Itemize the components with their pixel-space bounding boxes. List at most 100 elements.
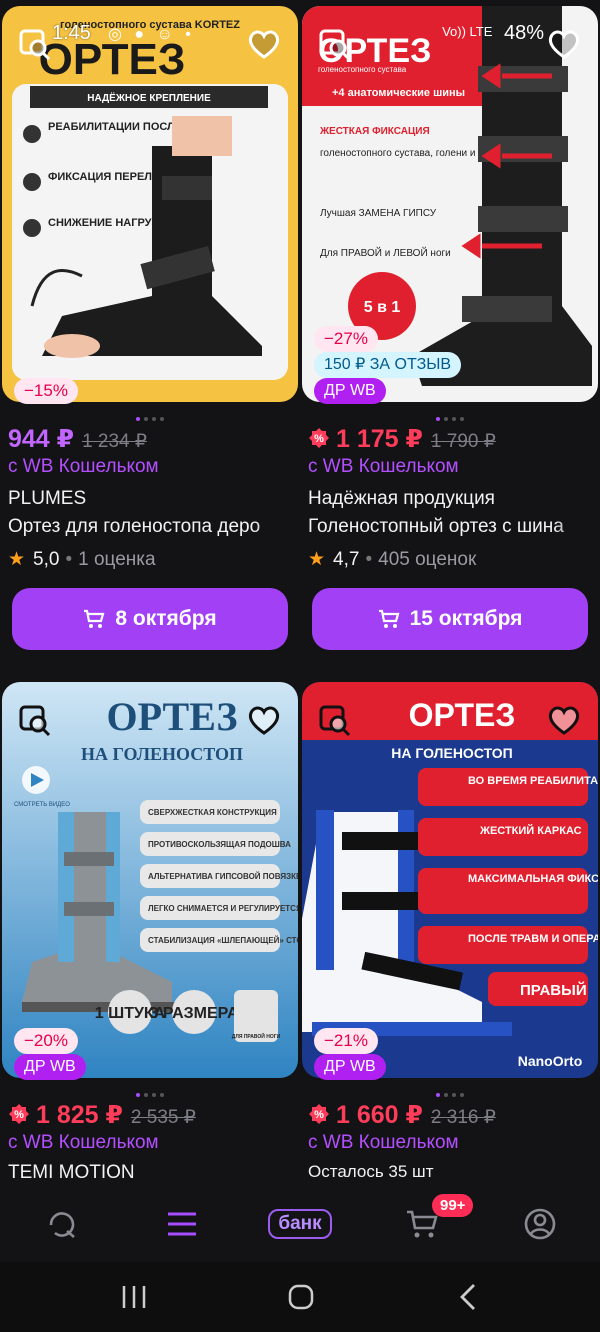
brand-name: Надёжная продукция [308, 488, 495, 509]
image-line: ЖЕСТКАЯ ФИКСАЦИЯ [319, 126, 430, 137]
discount-badge: −20% [14, 1028, 78, 1054]
visual-search-icon[interactable] [318, 704, 354, 740]
home-icon [288, 1284, 314, 1310]
favorite-heart-icon[interactable] [246, 26, 282, 62]
image-subtitle: голеностопного сустава KORTEZ [60, 19, 240, 31]
current-price: 1 175 ₽ [336, 425, 423, 453]
favorite-heart-icon[interactable] [546, 702, 582, 738]
image-tag: 5 в 1 [364, 299, 401, 316]
image-feature: АЛЬТЕРНАТИВА ГИПСОВОЙ ПОВЯЗКЕ [148, 872, 298, 881]
image-feature: ПОСЛЕ ТРАВМ И ОПЕРАЦИИ [468, 933, 598, 945]
tab-catalog[interactable] [160, 1202, 204, 1246]
menu-icon [168, 1212, 196, 1236]
svg-text:%: % [14, 1109, 24, 1121]
discount-badge: −15% [14, 378, 78, 404]
rating: ★ 5,0 • 1 оценка [8, 549, 156, 570]
price-block: 944 ₽ 1 234 ₽ [8, 424, 147, 454]
visual-search-icon[interactable] [18, 28, 54, 64]
brand-name: PLUMES [8, 488, 87, 509]
product-image[interactable]: голеностопного сустава KORTEZ ОРТЕЗ НАДЁ… [2, 6, 298, 402]
image-feature: ЛЕГКО СНИМАЕТСЯ И РЕГУЛИРУЕТСЯ [148, 904, 298, 913]
image-ribbon: НАДЁЖНОЕ КРЕПЛЕНИЕ [87, 91, 211, 104]
home-button[interactable] [282, 1282, 322, 1312]
old-price: 2 316 ₽ [430, 1107, 496, 1128]
image-feature: МАКСИМАЛЬНАЯ ФИКСАЦИЯ СУСТАВА [468, 873, 598, 885]
image-headline: ОРТЕЗ [39, 35, 186, 84]
image-feature: ВО ВРЕМЯ РЕАБИЛИТАЦИИ [468, 775, 598, 787]
image-headline: ОРТЕЗ [409, 697, 516, 733]
sale-percent-icon: % [309, 1104, 329, 1124]
screen: 1:45 ◎ ● ☺ • Vo)) LTE 48% голеностопного… [0, 0, 600, 1332]
current-price: 944 ₽ [8, 425, 75, 453]
image-feature: ЖЕСТКИЙ КАРКАС [479, 824, 582, 837]
profile-icon [524, 1208, 556, 1240]
wallet-note: с WB Кошельком [8, 1132, 159, 1153]
promo-badge: ДР WB [314, 1054, 386, 1080]
tab-cart[interactable]: 99+ [400, 1194, 474, 1246]
image-maker: NanoOrto [518, 1053, 583, 1069]
image-feature: СТАБИЛИЗАЦИЯ «ШЛЕПАЮЩЕЙ» СТОПЫ [148, 936, 298, 945]
image-chip: 3 РАЗМЕРА [149, 1005, 238, 1022]
product-card[interactable]: ОРТЕЗ НА ГОЛЕНОСТОП СМОТРЕТЬ ВИДЕО СВЕРХ… [2, 682, 298, 1190]
tab-profile[interactable] [518, 1202, 562, 1246]
image-pager-dots [302, 408, 598, 426]
product-title[interactable]: Голеностопный ортез с шина [308, 516, 594, 538]
cart-icon [84, 609, 105, 628]
image-sub: НА ГОЛЕНОСТОП [391, 745, 512, 761]
image-feature: СВЕРХЖЕСТКАЯ КОНСТРУКЦИЯ [148, 808, 277, 817]
old-price: 2 535 ₽ [130, 1107, 196, 1128]
image-line: голеностопного сустава, голени и стопы [320, 148, 506, 159]
image-subtitle: голеностопного сустава [318, 65, 407, 74]
discount-badge: −21% [314, 1028, 378, 1054]
back-icon [460, 1284, 475, 1310]
image-sub: +4 анатомические шины [332, 87, 465, 99]
image-headline: ОРТЕЗ [107, 694, 238, 739]
promo-badge: ДР WB [314, 378, 386, 404]
product-card[interactable]: ОРТЕЗ НА ГОЛЕНОСТОП ВО ВРЕМЯ РЕАБИЛИТАЦИ… [302, 682, 598, 1190]
product-image[interactable]: ОРТЕЗ НА ГОЛЕНОСТОП ВО ВРЕМЯ РЕАБИЛИТАЦИ… [302, 682, 598, 1078]
image-line: Лучшая ЗАМЕНА ГИПСУ [320, 208, 437, 219]
tab-home[interactable] [40, 1202, 84, 1246]
visual-search-icon[interactable] [18, 704, 54, 740]
product-image[interactable]: ОРТЕЗ НА ГОЛЕНОСТОП СМОТРЕТЬ ВИДЕО СВЕРХ… [2, 682, 298, 1078]
old-price: 1 790 ₽ [430, 431, 496, 452]
recent-apps-button[interactable] [114, 1282, 154, 1312]
back-button[interactable] [450, 1282, 490, 1312]
rating-value: 4,7 [333, 549, 360, 570]
delivery-date: 8 октября [115, 607, 217, 630]
tab-bank[interactable]: банк [262, 1202, 338, 1246]
product-title[interactable]: Ортез для голеностопа деро [8, 516, 294, 538]
wallet-note: с WB Кошельком [308, 456, 459, 477]
wallet-note: с WB Кошельком [308, 1132, 459, 1153]
video-label: СМОТРЕТЬ ВИДЕО [14, 802, 70, 808]
price-block: % 1 175 ₽ 1 790 ₽ [308, 424, 496, 454]
star-icon: ★ [8, 549, 26, 570]
home-search-icon [49, 1212, 75, 1238]
image-line: Для ПРАВОЙ и ЛЕВОЙ ноги [320, 246, 451, 259]
add-to-cart-button[interactable]: 15 октября [312, 588, 588, 650]
brand-name: TEMI MOTION [8, 1162, 135, 1183]
current-price: 1 660 ₽ [336, 1101, 423, 1129]
product-card[interactable]: голеностопного сустава KORTEZ ОРТЕЗ НАДЁ… [2, 6, 298, 666]
favorite-heart-icon[interactable] [246, 702, 282, 738]
favorite-heart-icon[interactable] [546, 26, 582, 62]
image-feature: ПРАВЫЙ [520, 981, 587, 999]
reviews-count: 1 оценка [78, 549, 156, 570]
star-icon: ★ [308, 549, 326, 570]
stock-left: Осталось 35 шт [308, 1162, 434, 1181]
image-feature: ПРОТИВОСКОЛЬЗЯЩАЯ ПОДОШВА [148, 840, 291, 849]
image-pager-dots [302, 1084, 598, 1102]
current-price: 1 825 ₽ [36, 1101, 123, 1129]
image-pager-dots [2, 1084, 298, 1102]
image-chip: ДЛЯ ПРАВОЙ НОГИ [232, 1032, 281, 1040]
add-to-cart-button[interactable]: 8 октября [12, 588, 288, 650]
bank-label: банк [268, 1209, 332, 1239]
bottom-tab-bar: банк 99+ [0, 1190, 600, 1260]
price-block: % 1 825 ₽ 2 535 ₽ [8, 1100, 196, 1130]
visual-search-icon[interactable] [318, 28, 354, 64]
wallet-note: с WB Кошельком [8, 456, 159, 477]
review-bonus-badge: 150 ₽ ЗА ОТЗЫВ [314, 352, 462, 378]
rating: ★ 4,7 • 405 оценок [308, 549, 477, 570]
product-card[interactable]: ОРТЕЗ голеностопного сустава +4 анатомич… [302, 6, 598, 666]
image-pager-dots [2, 408, 298, 426]
